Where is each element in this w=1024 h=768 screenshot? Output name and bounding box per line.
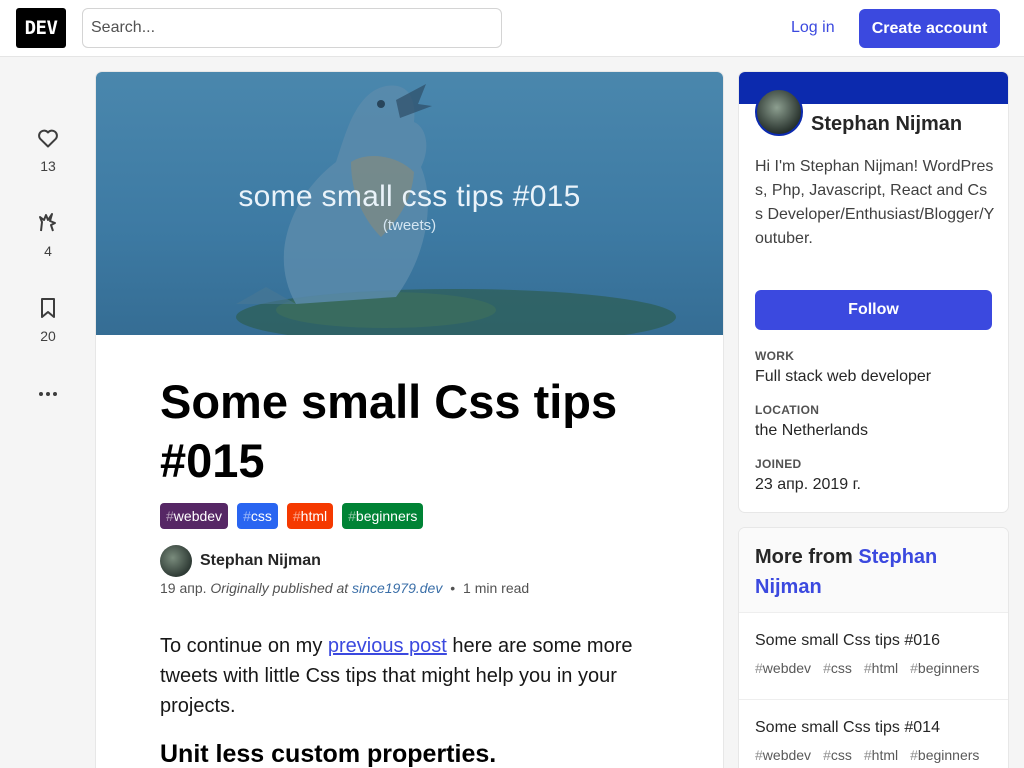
publish-date: 19 апр. (160, 580, 207, 596)
top-header: DEV Log in Create account (0, 0, 1024, 57)
dev-logo[interactable]: DEV (16, 8, 66, 48)
cover-title: some small css tips #015 (238, 180, 581, 213)
heart-icon (24, 124, 72, 152)
author-name[interactable]: Stephan Nijman (200, 552, 321, 570)
more-options-icon[interactable] (24, 380, 72, 408)
heart-count: 13 (40, 158, 56, 174)
article-intro: To continue on my previous post here are… (160, 631, 650, 721)
post-tags: #webdev #css #html #beginners (755, 747, 992, 763)
joined-label: JOINED (755, 457, 802, 471)
login-link[interactable]: Log in (776, 8, 850, 48)
article-meta: 19 апр. Originally published at since197… (160, 580, 529, 596)
work-value: Full stack web developer (755, 368, 932, 385)
intro-text: To continue on my (160, 635, 328, 657)
read-time: 1 min read (463, 580, 530, 596)
divider (739, 699, 1008, 700)
more-from-prefix: More from (755, 546, 853, 568)
search-input[interactable] (82, 8, 502, 48)
tag-css[interactable]: # css (237, 503, 278, 529)
bookmark-reaction[interactable]: 20 (24, 294, 72, 344)
article-subheading: Unit less custom properties. (160, 740, 497, 768)
unicorn-reaction[interactable]: 4 (24, 209, 72, 259)
post-tag[interactable]: #css (823, 660, 852, 676)
profile-avatar[interactable] (755, 88, 803, 136)
author-avatar[interactable] (160, 545, 192, 577)
heart-reaction[interactable]: 13 (24, 124, 72, 174)
post-tag[interactable]: #webdev (755, 747, 811, 763)
create-account-button[interactable]: Create account (859, 9, 1000, 48)
bookmark-count: 20 (40, 328, 56, 344)
author-profile-card: Stephan Nijman Hi I'm Stephan Nijman! Wo… (739, 72, 1008, 512)
cover-subtitle: (tweets) (382, 217, 437, 234)
post-tag[interactable]: #beginners (910, 747, 979, 763)
previous-post-link[interactable]: previous post (328, 635, 447, 657)
follow-button[interactable]: Follow (755, 290, 992, 330)
post-tag[interactable]: #html (864, 660, 898, 676)
meta-separator: • (450, 580, 456, 596)
more-from-post[interactable]: Some small Css tips #016 #webdev #css #h… (739, 632, 1008, 676)
work-label: WORK (755, 349, 795, 363)
originally-published-label: Originally published at (210, 580, 349, 596)
profile-bio: Hi I'm Stephan Nijman! WordPress, Php, J… (755, 158, 995, 247)
tag-beginners[interactable]: # beginners (342, 503, 424, 529)
article-title: Some small Css tips #015 (160, 375, 618, 487)
tag-webdev[interactable]: # webdev (160, 503, 229, 529)
tag-html[interactable]: # html (286, 503, 334, 529)
post-tag[interactable]: #html (864, 747, 898, 763)
post-tags: #webdev #css #html #beginners (755, 660, 992, 676)
profile-name[interactable]: Stephan Nijman (811, 113, 962, 136)
cover-image: some small css tips #015 (tweets) (96, 72, 723, 335)
post-title[interactable]: Some small Css tips #014 (755, 719, 992, 737)
unicorn-count: 4 (44, 243, 52, 259)
tag-list: # webdev # css # html # beginners (160, 503, 424, 529)
post-tag[interactable]: #beginners (910, 660, 979, 676)
more-from-post[interactable]: Some small Css tips #014 #webdev #css #h… (739, 719, 1008, 763)
more-from-heading: More from Stephan Nijman (739, 528, 1008, 613)
bookmark-icon (24, 294, 72, 322)
location-value: the Netherlands (755, 422, 868, 439)
joined-value: 23 апр. 2019 г. (755, 476, 861, 493)
article-card: some small css tips #015 (tweets) Some s… (96, 72, 723, 768)
unicorn-icon (24, 209, 72, 237)
source-link[interactable]: since1979.dev (352, 580, 442, 596)
post-tag[interactable]: #css (823, 747, 852, 763)
location-label: LOCATION (755, 403, 820, 417)
post-title[interactable]: Some small Css tips #016 (755, 632, 992, 650)
author-row[interactable]: Stephan Nijman (160, 545, 321, 577)
post-tag[interactable]: #webdev (755, 660, 811, 676)
more-from-card: More from Stephan Nijman Some small Css … (739, 528, 1008, 768)
